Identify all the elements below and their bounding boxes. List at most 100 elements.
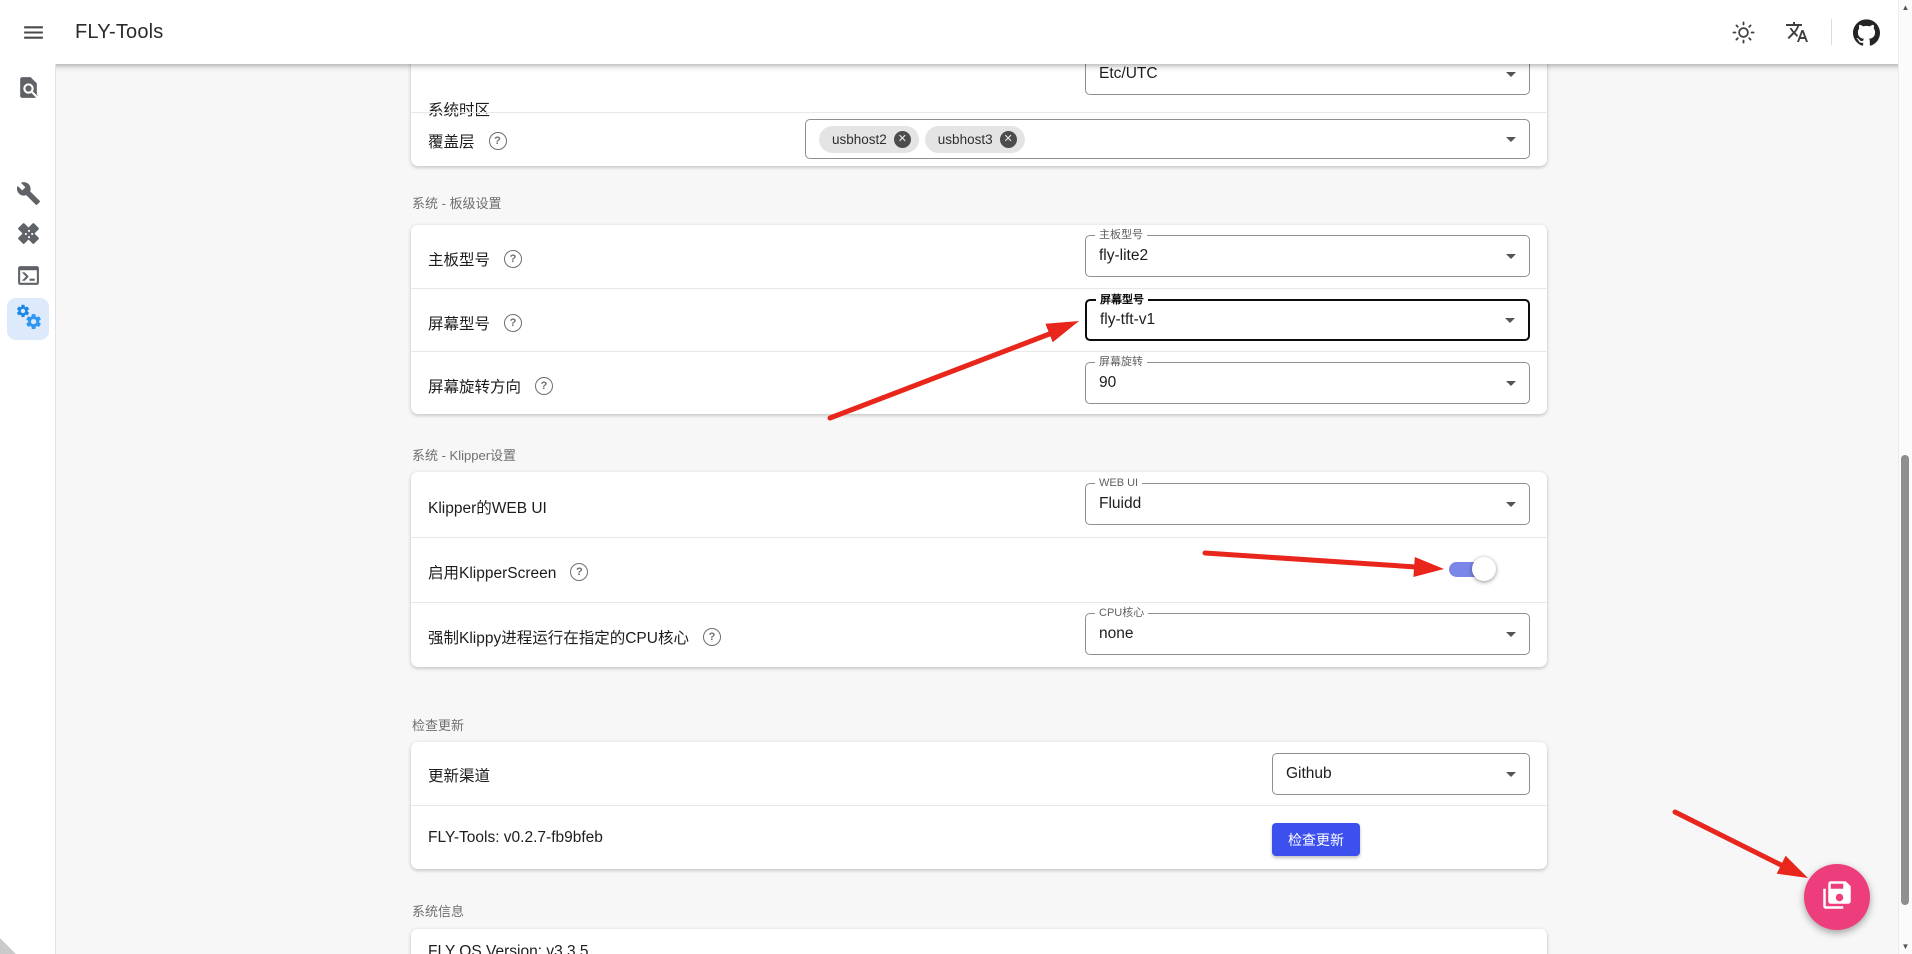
chip-label: usbhost2 [832, 132, 887, 147]
sidebar-item-settings[interactable] [7, 298, 49, 340]
chevron-down-icon [1505, 318, 1515, 323]
github-icon[interactable] [1846, 12, 1886, 52]
bandage-icon [16, 221, 41, 251]
timezone-select-value: Etc/UTC [1099, 65, 1158, 83]
cpu-core-select[interactable]: CPU核心 none [1085, 613, 1530, 655]
menu-icon[interactable] [13, 12, 53, 52]
appbar-divider [1831, 19, 1832, 45]
update-channel-select[interactable]: Github [1272, 753, 1530, 795]
row-divider [411, 537, 1547, 538]
help-icon[interactable] [570, 563, 588, 581]
scroll-up-icon[interactable]: ▲ [1899, 3, 1912, 12]
chevron-down-icon [1506, 381, 1516, 386]
webui-select-value: Fluidd [1099, 495, 1141, 513]
chevron-down-icon [1506, 72, 1516, 77]
row-divider [411, 112, 1547, 113]
terminal-icon [16, 263, 41, 293]
card-board-settings: 主板型号 主板型号 fly-lite2 屏幕型号 屏幕型号 fly-tft-v1… [411, 225, 1547, 414]
help-icon[interactable] [703, 628, 721, 646]
chevron-down-icon [1506, 502, 1516, 507]
fly-tools-settings-page: 系统时区 Etc/UTC 覆盖层 usbhost2 ✕ usbhost3 ✕ 系… [0, 0, 1912, 954]
sidebar-item-repair[interactable] [7, 215, 49, 257]
chevron-down-icon [1506, 137, 1516, 142]
os-version-label: FLY OS Version: v3.3.5 [428, 943, 589, 954]
overlay-chip[interactable]: usbhost2 ✕ [819, 126, 919, 153]
mainboard-label-text: 主板型号 [428, 248, 490, 270]
row-divider [411, 351, 1547, 352]
section-title-sysinfo: 系统信息 [412, 901, 464, 920]
webui-label-text: Klipper的WEB UI [428, 496, 547, 518]
corner-artifact [0, 938, 16, 954]
sidebar-item-terminal[interactable] [7, 257, 49, 299]
help-icon[interactable] [504, 314, 522, 332]
help-icon[interactable] [489, 132, 507, 150]
sidebar-item-file-search[interactable] [7, 69, 49, 111]
chevron-down-icon [1506, 772, 1516, 777]
screen-model-field-label: 屏幕型号 [1096, 295, 1148, 306]
timezone-label: 系统时区 [428, 98, 490, 120]
screen-model-select[interactable]: 屏幕型号 fly-tft-v1 [1085, 299, 1530, 341]
chip-close-icon[interactable]: ✕ [1000, 131, 1017, 148]
sidebar-item-tools[interactable] [7, 175, 49, 217]
klipperscreen-label: 启用KlipperScreen [428, 561, 588, 583]
translate-icon[interactable] [1777, 12, 1817, 52]
row-divider [411, 805, 1547, 806]
section-title-klipper: 系统 - Klipper设置 [412, 445, 516, 464]
arrow-to-save-fab [1675, 812, 1808, 878]
cpu-core-label-text: 强制Klippy进程运行在指定的CPU核心 [428, 626, 689, 648]
brightness-icon[interactable] [1723, 12, 1763, 52]
page-title: FLY-Tools [75, 21, 164, 44]
chevron-down-icon [1506, 254, 1516, 259]
webui-select[interactable]: WEB UI Fluidd [1085, 483, 1530, 525]
scroll-down-icon[interactable]: ▼ [1899, 942, 1912, 951]
timezone-label-text: 系统时区 [428, 98, 490, 120]
mainboard-field-label: 主板型号 [1095, 230, 1147, 241]
save-all-icon [1822, 880, 1852, 915]
screen-rotation-select[interactable]: 屏幕旋转 90 [1085, 362, 1530, 404]
screen-rotation-label: 屏幕旋转方向 [428, 375, 553, 397]
mainboard-select-value: fly-lite2 [1099, 247, 1148, 265]
mainboard-select[interactable]: 主板型号 fly-lite2 [1085, 235, 1530, 277]
overlay-label-text: 覆盖层 [428, 130, 475, 152]
section-title-update: 检查更新 [412, 715, 464, 734]
cpu-core-select-value: none [1099, 625, 1133, 643]
sidebar-nav [0, 64, 56, 954]
webui-label: Klipper的WEB UI [428, 496, 547, 518]
file-search-icon [16, 75, 41, 105]
screen-model-select-value: fly-tft-v1 [1100, 311, 1155, 329]
row-divider [411, 288, 1547, 289]
cpu-core-label: 强制Klippy进程运行在指定的CPU核心 [428, 626, 721, 648]
card-system-info: FLY OS Version: v3.3.5 [411, 929, 1547, 954]
overlay-label: 覆盖层 [428, 130, 507, 152]
gears-settings-icon [15, 303, 42, 335]
chip-label: usbhost3 [938, 132, 993, 147]
webui-field-label: WEB UI [1095, 478, 1142, 489]
save-fab-button[interactable] [1804, 864, 1870, 930]
overlay-select[interactable]: usbhost2 ✕ usbhost3 ✕ [805, 119, 1530, 159]
overlay-chip[interactable]: usbhost3 ✕ [925, 126, 1025, 153]
os-version-text: FLY OS Version: v3.3.5 [428, 943, 589, 954]
check-update-button[interactable]: 检查更新 [1272, 823, 1360, 856]
chip-close-icon[interactable]: ✕ [894, 131, 911, 148]
help-icon[interactable] [504, 250, 522, 268]
toggle-thumb [1472, 557, 1496, 581]
wrench-icon [16, 181, 41, 211]
card-check-update: 更新渠道 Github FLY-Tools: v0.2.7-fb9bfeb 检查… [411, 742, 1547, 869]
klipperscreen-toggle-on[interactable] [1449, 556, 1501, 582]
screen-rotation-label-text: 屏幕旋转方向 [428, 375, 521, 397]
screen-rotation-select-value: 90 [1099, 374, 1116, 392]
screen-rotation-field-label: 屏幕旋转 [1095, 357, 1147, 368]
app-bar: FLY-Tools [0, 0, 1912, 64]
chevron-down-icon [1506, 632, 1516, 637]
appbar-actions [1723, 0, 1886, 64]
screen-model-label-text: 屏幕型号 [428, 312, 490, 334]
mainboard-label: 主板型号 [428, 248, 522, 270]
help-icon[interactable] [535, 377, 553, 395]
screen-model-label: 屏幕型号 [428, 312, 522, 334]
fly-tools-version-label: FLY-Tools: v0.2.7-fb9bfeb [428, 829, 603, 847]
section-title-board: 系统 - 板级设置 [412, 193, 502, 212]
page-scrollbar[interactable]: ▲ ▼ [1898, 0, 1912, 954]
cpu-core-field-label: CPU核心 [1095, 608, 1148, 619]
scrollbar-thumb[interactable] [1901, 455, 1909, 905]
klipperscreen-label-text: 启用KlipperScreen [428, 561, 556, 583]
